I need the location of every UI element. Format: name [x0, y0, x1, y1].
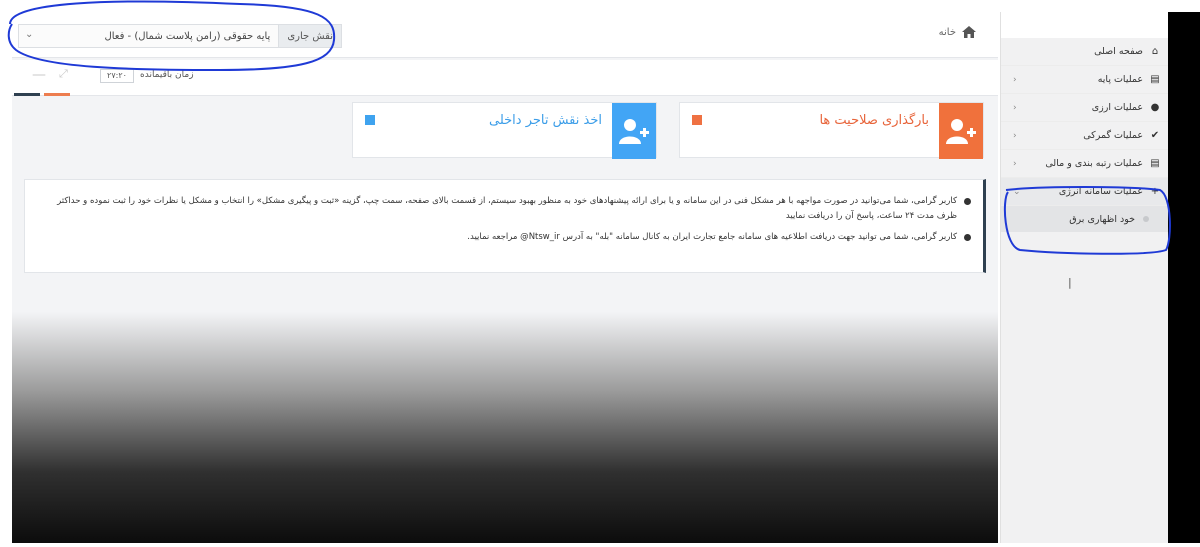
check-icon: ✔: [1150, 130, 1160, 141]
notice-item: کاربر گرامی، شما می‌توانید در صورت مواجه…: [37, 194, 971, 224]
sidebar-item-home[interactable]: ⌂ صفحه اصلی: [1001, 38, 1169, 66]
minimize-icon[interactable]: —: [32, 68, 46, 82]
tab-indicator-orange: [44, 93, 70, 96]
sidebar-item-customs-operations[interactable]: ✔ عملیات گمرکی ‹: [1001, 122, 1169, 150]
chevron-left-icon: ‹: [1013, 131, 1017, 141]
chart-icon: ▤: [1150, 158, 1160, 169]
screenshot-stage: نقش جاری پایه حقوقی (رامن پلاست شمال) - …: [0, 0, 1200, 547]
bullet-icon: [964, 198, 971, 205]
dot-icon: [1143, 216, 1149, 222]
role-select[interactable]: نقش جاری پایه حقوقی (رامن پلاست شمال) - …: [18, 24, 342, 48]
home-icon[interactable]: [962, 26, 976, 38]
chevron-down-icon: ⌄: [1013, 187, 1021, 197]
timer-label: زمان باقیمانده: [140, 70, 194, 80]
sidebar-menu: ⌂ صفحه اصلی ▤ عملیات پایه ‹ ● عملیات ارز…: [1001, 38, 1169, 232]
timer-bar: — ⤢ ۲۷:۲۰ زمان باقیمانده: [12, 60, 998, 96]
sidebar: ⌂ صفحه اصلی ▤ عملیات پایه ‹ ● عملیات ارز…: [1000, 12, 1169, 543]
sidebar-item-label: عملیات گمرکی: [1083, 130, 1143, 141]
sidebar-item-energy-operations[interactable]: + عملیات سامانه انرژی ⌄: [1001, 178, 1169, 206]
tab-indicator-dark: [14, 93, 40, 96]
domestic-trader-card[interactable]: اخذ نقش تاجر داخلی: [352, 102, 657, 159]
timer-value: ۲۷:۲۰: [100, 69, 134, 83]
screen-edge: [1168, 12, 1200, 543]
square-icon: [692, 115, 702, 125]
notice-item: کاربر گرامی، شما می توانید جهت دریافت اط…: [37, 230, 971, 245]
expand-icon[interactable]: ⤢: [59, 67, 68, 81]
sidebar-item-label: صفحه اصلی: [1094, 46, 1143, 57]
notice-text: کاربر گرامی، شما می توانید جهت دریافت اط…: [467, 232, 957, 242]
chart-icon: ▤: [1150, 74, 1160, 85]
user-plus-icon: [612, 103, 656, 159]
sidebar-item-label: عملیات پایه: [1097, 74, 1143, 85]
chevron-left-icon: ‹: [1013, 159, 1017, 169]
card-title: اخذ نقش تاجر داخلی: [488, 113, 602, 128]
square-icon: [365, 115, 375, 125]
sidebar-item-base-operations[interactable]: ▤ عملیات پایه ‹: [1001, 66, 1169, 94]
cursor-mark-icon: |: [1068, 276, 1072, 289]
sidebar-item-label: عملیات رتبه بندی و مالی: [1045, 158, 1143, 169]
sidebar-item-label: عملیات ارزی: [1091, 102, 1143, 113]
plus-icon: +: [1150, 186, 1160, 197]
sidebar-subitem-electricity-declaration[interactable]: خود اظهاری برق: [1001, 206, 1169, 232]
notice-panel: کاربر گرامی، شما می‌توانید در صورت مواجه…: [24, 179, 986, 273]
sidebar-item-label: عملیات سامانه انرژی: [1058, 186, 1143, 197]
role-label: نقش جاری: [278, 25, 341, 47]
sidebar-item-rating-finance[interactable]: ▤ عملیات رتبه بندی و مالی ‹: [1001, 150, 1169, 178]
notice-text: کاربر گرامی، شما می‌توانید در صورت مواجه…: [57, 196, 957, 221]
card-title: بارگذاری صلاحیت ها: [819, 113, 929, 128]
top-header: نقش جاری پایه حقوقی (رامن پلاست شمال) - …: [12, 12, 998, 58]
upload-permissions-card[interactable]: بارگذاری صلاحیت ها: [679, 102, 984, 159]
sidebar-subitem-label: خود اظهاری برق: [1069, 213, 1135, 225]
sidebar-item-currency-operations[interactable]: ● عملیات ارزی ‹: [1001, 94, 1169, 122]
home-icon: ⌂: [1151, 46, 1159, 57]
role-value: پایه حقوقی (رامن پلاست شمال) - فعال: [104, 30, 271, 42]
main-content: نقش جاری پایه حقوقی (رامن پلاست شمال) - …: [12, 12, 998, 543]
chevron-left-icon: ‹: [1013, 103, 1017, 113]
chevron-left-icon: ‹: [1013, 75, 1017, 85]
bullet-icon: [964, 234, 971, 241]
breadcrumb-home-link[interactable]: خانه: [939, 27, 956, 38]
user-plus-icon: ●: [1150, 102, 1160, 113]
chevron-down-icon[interactable]: ⌄: [25, 29, 33, 40]
breadcrumb: خانه: [939, 26, 976, 38]
user-plus-icon: [939, 103, 983, 159]
